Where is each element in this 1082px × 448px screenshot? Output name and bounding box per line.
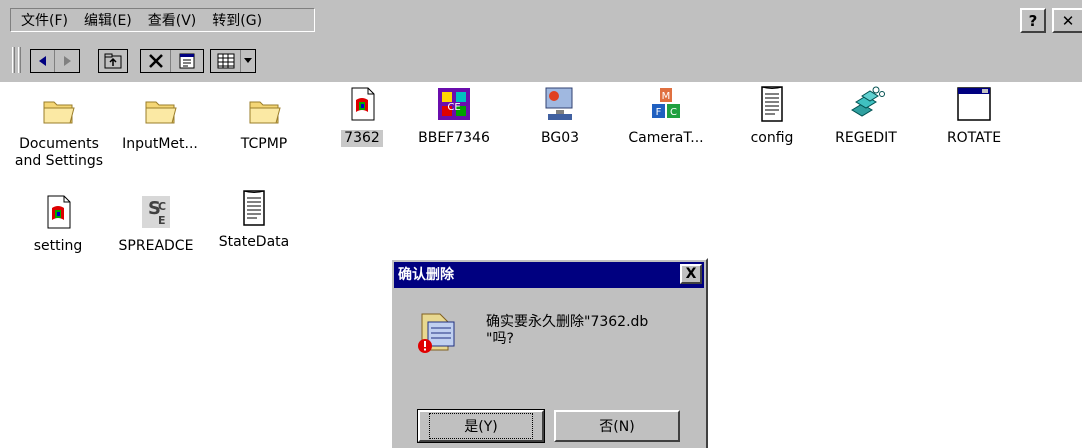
file-label: StateData bbox=[218, 234, 290, 250]
yes-button[interactable]: 是(Y) bbox=[417, 409, 545, 443]
up-button-group bbox=[98, 49, 128, 73]
app-icon bbox=[545, 87, 573, 120]
confirm-delete-dialog: 确认删除 X 确实要永久删除"7362.db "吗? 是(Y) 否(N) bbox=[390, 258, 708, 448]
file-item[interactable]: setting bbox=[12, 192, 104, 255]
file-label: TCPMP bbox=[240, 136, 288, 152]
close-window-button[interactable]: ✕ bbox=[1052, 8, 1082, 33]
file-label: REGEDIT bbox=[835, 130, 897, 146]
file-label: config bbox=[750, 130, 794, 146]
edit-button-group bbox=[140, 49, 204, 73]
svg-text:CE: CE bbox=[447, 102, 460, 113]
text-file-icon bbox=[761, 86, 783, 122]
toolbar-grip[interactable] bbox=[12, 47, 15, 73]
file-item[interactable]: StateData bbox=[208, 188, 300, 251]
svg-text:C: C bbox=[670, 107, 677, 118]
up-folder-button[interactable] bbox=[99, 50, 127, 72]
delete-icon bbox=[148, 54, 163, 68]
forward-icon bbox=[64, 56, 71, 66]
view-menu-button[interactable] bbox=[211, 50, 241, 72]
up-folder-icon bbox=[104, 53, 122, 69]
file-icon bbox=[351, 87, 375, 121]
file-item[interactable]: S C E SPREADCE bbox=[110, 192, 202, 255]
text-file-icon bbox=[243, 190, 265, 226]
file-item[interactable]: 7362 bbox=[316, 84, 408, 147]
dialog-message: 确实要永久删除"7362.db "吗? bbox=[486, 314, 696, 348]
chevron-down-icon bbox=[244, 58, 252, 63]
nav-button-group bbox=[30, 49, 80, 73]
forward-button[interactable] bbox=[55, 50, 79, 72]
back-icon bbox=[38, 56, 46, 66]
file-label: SPREADCE bbox=[118, 238, 194, 254]
file-item[interactable]: Documents and Settings bbox=[12, 90, 104, 170]
folder-icon bbox=[249, 101, 281, 124]
file-label: InputMet... bbox=[122, 136, 198, 152]
dialog-message-line1: 确实要永久删除"7362.db bbox=[486, 314, 649, 330]
delete-button[interactable] bbox=[141, 50, 171, 72]
menu-group: 文件(F) 编辑(E) 查看(V) 转到(G) bbox=[10, 8, 315, 32]
menu-bar: 文件(F) 编辑(E) 查看(V) 转到(G) ? ✕ bbox=[0, 0, 1082, 40]
file-label: 7362 bbox=[341, 130, 383, 147]
file-label: BG03 bbox=[540, 130, 580, 146]
yes-button-label: 是(Y) bbox=[429, 413, 533, 439]
file-item[interactable]: M F C CameraT... bbox=[620, 84, 712, 147]
dialog-close-button[interactable]: X bbox=[680, 264, 702, 284]
menu-file[interactable]: 文件(F) bbox=[21, 10, 68, 30]
app-icon: M F C bbox=[652, 88, 680, 118]
file-label: setting bbox=[33, 238, 83, 254]
window-icon bbox=[957, 87, 991, 121]
dialog-title: 确认删除 bbox=[394, 262, 704, 288]
folder-icon bbox=[43, 101, 75, 124]
file-label: CameraT... bbox=[628, 130, 704, 146]
file-item[interactable]: REGEDIT bbox=[820, 84, 912, 147]
regedit-icon bbox=[851, 86, 885, 117]
app-icon: CE bbox=[438, 88, 470, 120]
toolbar bbox=[0, 40, 1082, 82]
file-item[interactable]: TCPMP bbox=[218, 90, 310, 153]
toolbar-grip[interactable] bbox=[18, 47, 21, 73]
menu-view[interactable]: 查看(V) bbox=[148, 10, 197, 30]
dialog-message-line2: "吗? bbox=[486, 331, 514, 347]
file-icon bbox=[47, 195, 71, 229]
view-button-group bbox=[210, 49, 256, 73]
file-label: BBEF7346 bbox=[418, 130, 490, 146]
view-menu-icon bbox=[217, 53, 234, 69]
file-item[interactable]: BG03 bbox=[514, 84, 606, 147]
file-item[interactable]: config bbox=[726, 84, 818, 147]
menu-goto[interactable]: 转到(G) bbox=[212, 10, 262, 30]
svg-text:E: E bbox=[158, 214, 166, 227]
file-label: ROTATE bbox=[946, 130, 1002, 146]
delete-file-warning-icon bbox=[418, 313, 455, 353]
menu-edit[interactable]: 编辑(E) bbox=[84, 10, 132, 30]
properties-button[interactable] bbox=[171, 50, 203, 72]
view-dropdown-button[interactable] bbox=[241, 50, 255, 72]
file-item[interactable]: InputMet... bbox=[114, 90, 206, 153]
folder-icon bbox=[145, 101, 177, 124]
properties-icon bbox=[179, 53, 195, 69]
file-item[interactable]: CE BBEF7346 bbox=[408, 84, 500, 147]
help-button[interactable]: ? bbox=[1020, 8, 1046, 33]
file-label: Documents and Settings bbox=[14, 136, 104, 169]
spreadsheet-icon: S C E bbox=[142, 196, 170, 228]
file-item[interactable]: ROTATE bbox=[928, 84, 1020, 147]
svg-text:M: M bbox=[662, 91, 671, 102]
svg-text:C: C bbox=[158, 200, 166, 213]
back-button[interactable] bbox=[31, 50, 55, 72]
svg-text:F: F bbox=[656, 107, 662, 118]
no-button[interactable]: 否(N) bbox=[554, 410, 680, 442]
